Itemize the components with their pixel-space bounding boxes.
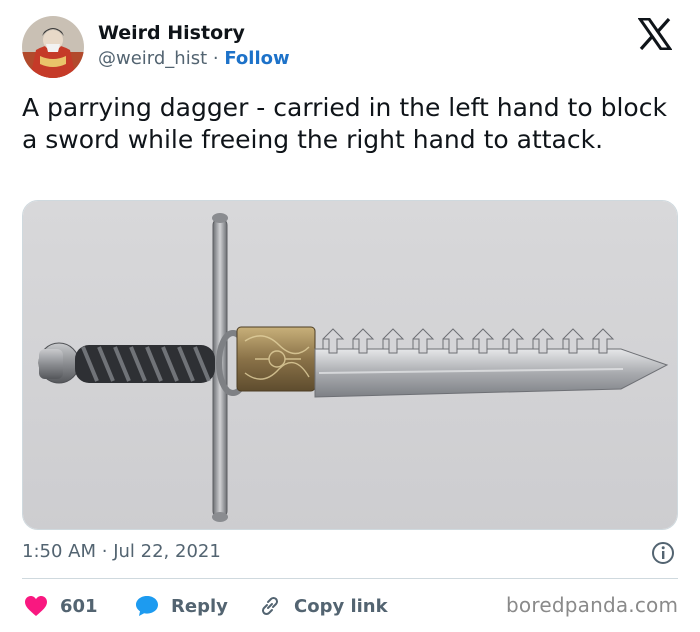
tweet-date: Jul 22, 2021 <box>113 541 221 562</box>
tweet-timestamp[interactable]: 1:50 AM · Jul 22, 2021 <box>22 541 221 562</box>
author-name[interactable]: Weird History <box>98 22 245 44</box>
timestamp-separator: · <box>101 541 108 562</box>
reply-label: Reply <box>171 595 228 617</box>
tweet-text: A parrying dagger - carried in the left … <box>22 93 667 154</box>
dagger-photo <box>23 201 677 529</box>
tweet-time: 1:50 AM <box>22 541 96 562</box>
info-icon[interactable] <box>651 541 675 565</box>
like-button[interactable]: 601 <box>24 593 98 619</box>
heart-icon <box>25 596 47 616</box>
author-handle[interactable]: @weird_hist <box>98 48 207 69</box>
handle-separator: · <box>212 48 219 69</box>
avatar[interactable] <box>22 16 84 78</box>
tweet-image[interactable] <box>22 200 678 530</box>
watermark: boredpanda.com <box>506 593 679 617</box>
like-count: 601 <box>60 595 98 617</box>
tweet-card: Weird History @weird_hist · Follow A par… <box>0 0 700 632</box>
copy-link-button[interactable]: Copy link <box>258 593 388 619</box>
follow-button[interactable]: Follow <box>224 48 289 69</box>
copy-link-label: Copy link <box>294 595 388 617</box>
reply-button[interactable]: Reply <box>135 593 228 619</box>
divider <box>22 578 678 579</box>
author-handle-row: @weird_hist · Follow <box>98 48 290 69</box>
link-icon <box>261 596 279 616</box>
speech-bubble-icon <box>136 596 158 616</box>
avatar-image <box>22 16 84 78</box>
x-logo-icon[interactable] <box>637 17 673 51</box>
